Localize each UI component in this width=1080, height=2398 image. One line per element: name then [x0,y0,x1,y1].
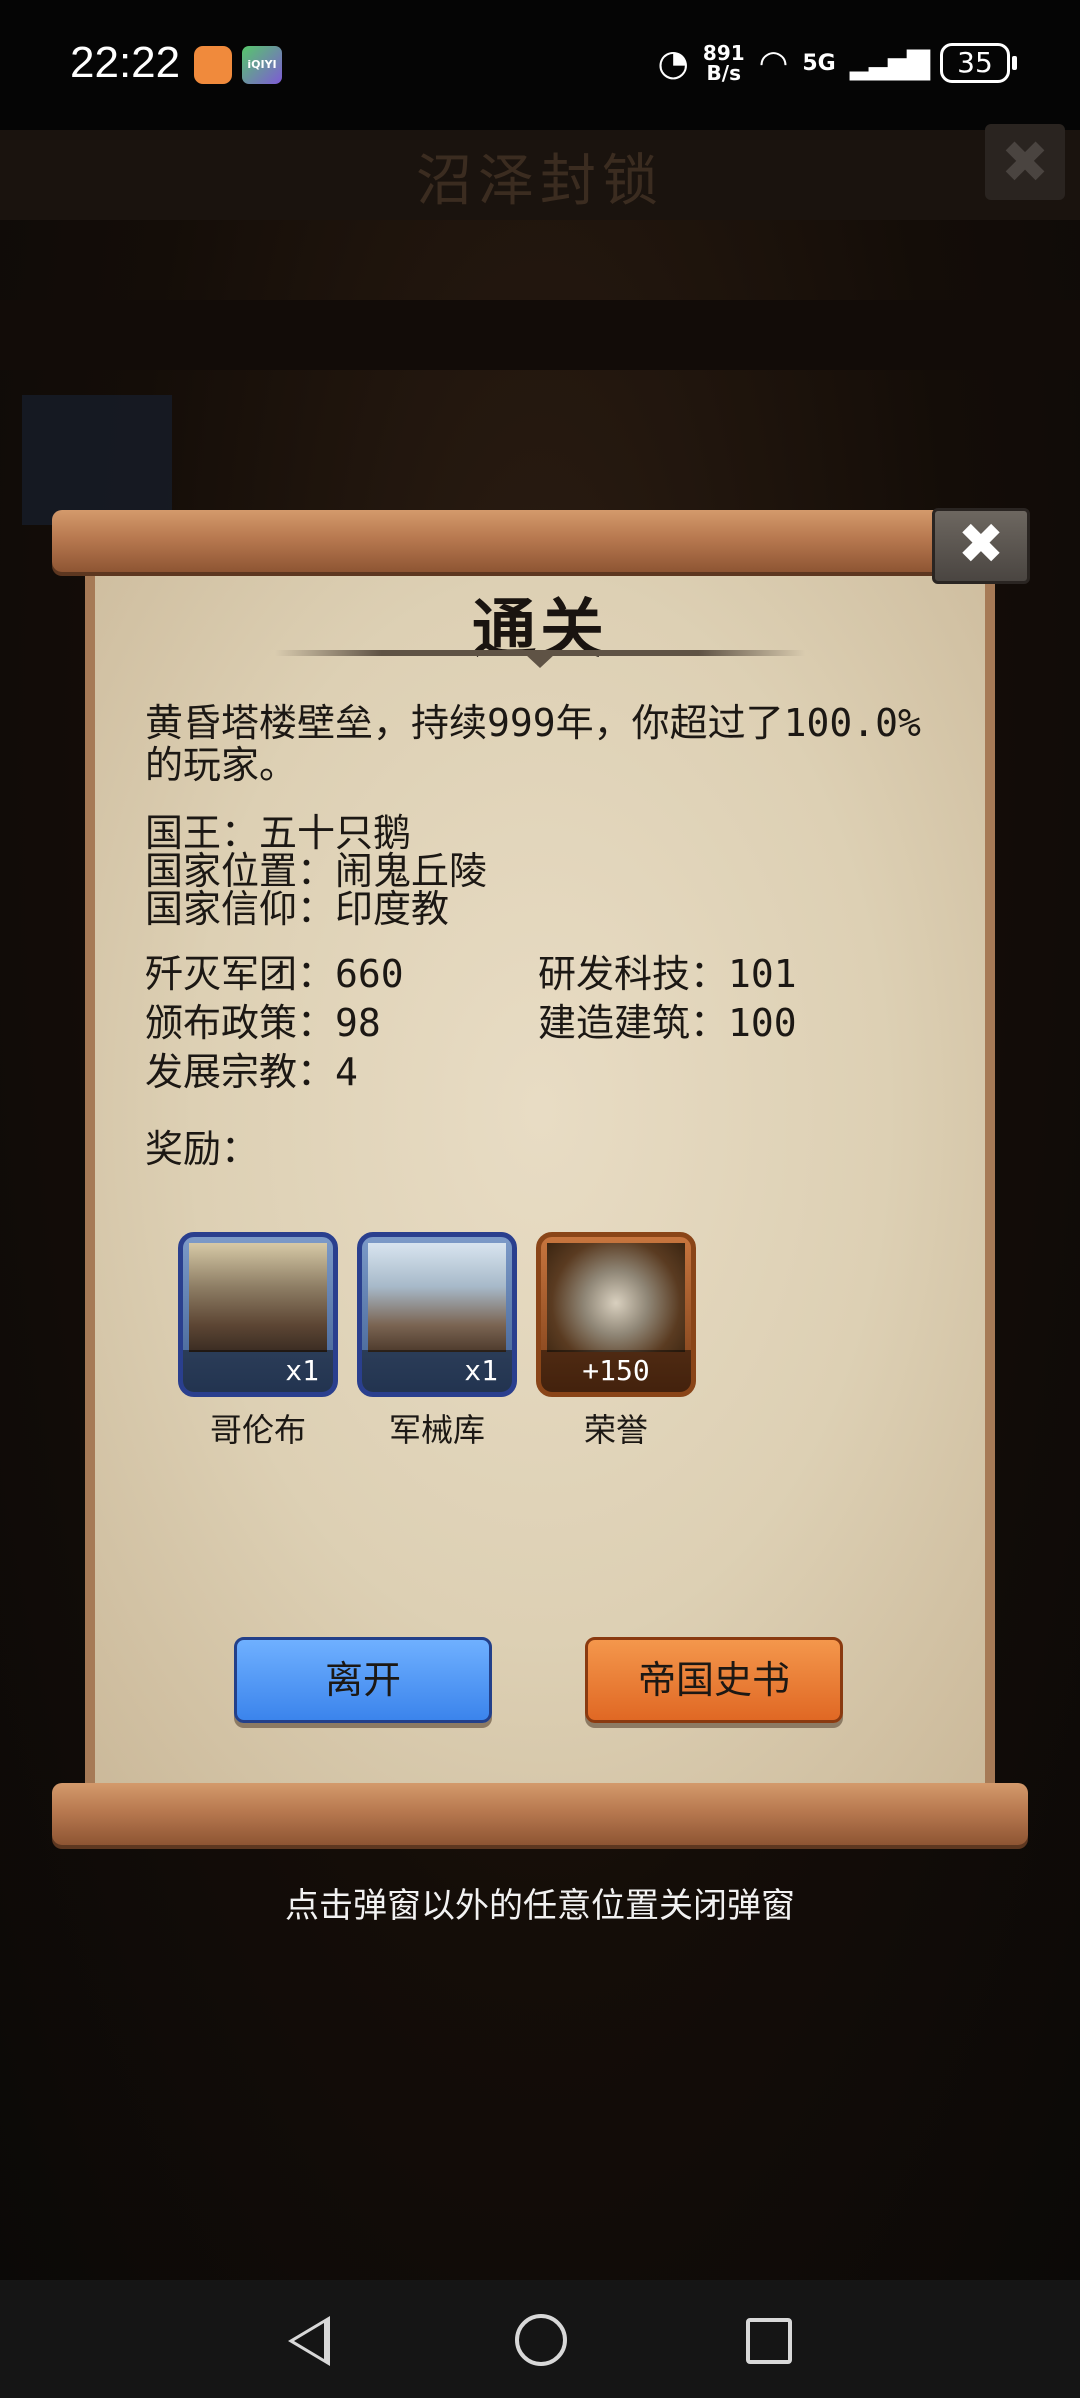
stat-religions: 发展宗教：4 [145,1050,358,1094]
stat-technologies: 研发科技：101 [538,952,797,996]
speed-meter-icon: ◔ [657,42,689,84]
scroll-top-rod [52,510,1028,572]
background-title: 沼泽封锁 [416,149,664,214]
stat-policies: 颁布政策：98 [145,1001,381,1045]
reward-name: 军械库 [388,1411,485,1449]
status-time: 22:22 [70,38,181,87]
result-summary: 黄昏塔楼壁垒，持续999年，你超过了100.0%的玩家。 [145,701,921,787]
reward-item[interactable]: x1 哥伦布 [178,1232,338,1451]
honor-medal-icon [547,1243,685,1352]
rewards-label: 奖励： [145,1127,260,1171]
portrait-columbus-icon [189,1243,327,1352]
background-close-icon: ✖ [985,124,1065,200]
leave-button[interactable]: 离开 [234,1637,492,1723]
wifi-icon: ◠ [758,43,789,83]
signal-icon: ▂▃▅▇ [849,45,930,81]
close-hint: 点击弹窗以外的任意位置关闭弹窗 [285,1886,795,1926]
dialog-close-button[interactable]: ✖ [932,508,1030,584]
home-icon[interactable] [515,2314,567,2366]
reward-card[interactable]: +150 [536,1232,696,1397]
info-location: 国家位置：闹鬼丘陵 [145,849,488,893]
stat-buildings: 建造建筑：100 [538,1001,797,1045]
recents-icon[interactable] [746,2318,792,2364]
info-religion: 国家信仰：印度教 [145,887,450,931]
scroll-bottom-rod [52,1783,1028,1845]
network-speed-unit: B/s [706,61,741,85]
reward-card[interactable]: x1 [357,1232,517,1397]
network-speed: 891 B/s [703,43,745,83]
stat-legions-destroyed: 歼灭军团：660 [145,952,404,996]
status-indicators: ◔ 891 B/s ◠ 5G ▂▃▅▇ 35 [657,38,1017,88]
status-bar: 22:22 iQIYI ◔ 891 B/s ◠ 5G ▂▃▅▇ 35 [0,0,1080,130]
reward-card[interactable]: x1 [178,1232,338,1397]
iqiyi-icon: iQIYI [242,46,282,84]
background-tower-image [22,395,172,525]
battery-icon: 35 [940,43,1017,83]
app-notification-icon [194,46,232,84]
reward-name: 哥伦布 [209,1411,306,1449]
reward-item[interactable]: x1 军械库 [357,1232,517,1451]
empire-history-button[interactable]: 帝国史书 [585,1637,843,1723]
reward-count: +150 [541,1350,691,1392]
armory-tower-icon [368,1243,506,1352]
title-divider [275,650,805,656]
background-strip [0,300,1080,370]
network-speed-value: 891 [702,41,745,65]
back-icon[interactable] [288,2316,330,2366]
reward-count: x1 [362,1350,512,1392]
info-king: 国王：五十只鹅 [145,811,412,855]
reward-count: x1 [183,1350,333,1392]
reward-name: 荣誉 [583,1411,648,1449]
network-type: 5G [802,50,836,76]
reward-item[interactable]: +150 荣誉 [536,1232,696,1451]
